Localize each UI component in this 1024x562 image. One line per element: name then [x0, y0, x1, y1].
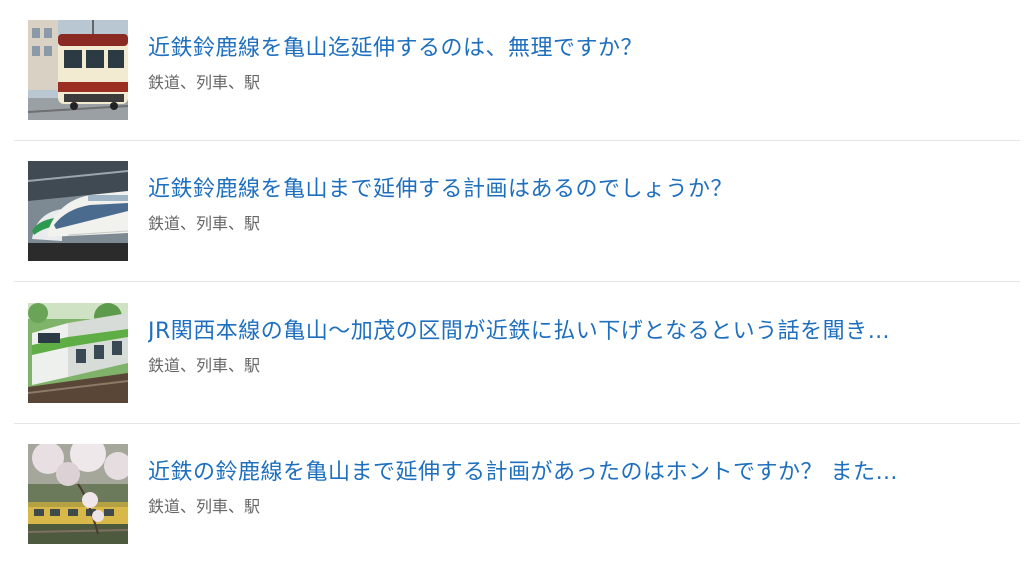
- cherry-blossom-train-image: [28, 444, 128, 544]
- list-item[interactable]: 近鉄鈴鹿線を亀山まで延伸する計画はあるのでしょうか？ 鉄道、列車、駅: [14, 141, 1020, 282]
- thumbnail-shinkansen[interactable]: [28, 161, 128, 261]
- related-questions-list: 近鉄鈴鹿線を亀山迄延伸するのは、無理ですか？ 鉄道、列車、駅 近鉄鈴鹿線を亀山ま…: [0, 0, 1024, 562]
- question-tags: 鉄道、列車、駅: [148, 214, 261, 233]
- question-title-link[interactable]: 近鉄鈴鹿線を亀山まで延伸する計画はあるのでしょうか？: [148, 175, 1008, 205]
- question-tags: 鉄道、列車、駅: [148, 497, 261, 516]
- list-item[interactable]: 近鉄鈴鹿線を亀山迄延伸するのは、無理ですか？ 鉄道、列車、駅: [14, 0, 1020, 141]
- list-item[interactable]: JR関西本線の亀山〜加茂の区間が近鉄に払い下げとなるという話を聞き… 鉄道、列車…: [14, 283, 1020, 424]
- question-tags: 鉄道、列車、駅: [148, 356, 261, 375]
- shinkansen-image: [28, 161, 128, 261]
- question-tags: 鉄道、列車、駅: [148, 73, 261, 92]
- question-title-link[interactable]: 近鉄の鈴鹿線を亀山まで延伸する計画があったのはホントですか？ また…: [148, 458, 1008, 488]
- thumbnail-commuter-train[interactable]: [28, 303, 128, 403]
- separator: [14, 281, 1020, 282]
- list-item[interactable]: 近鉄の鈴鹿線を亀山まで延伸する計画があったのはホントですか？ また… 鉄道、列車…: [14, 424, 1020, 562]
- streetcar-image: [28, 20, 128, 120]
- question-title-link[interactable]: JR関西本線の亀山〜加茂の区間が近鉄に払い下げとなるという話を聞き…: [148, 317, 1008, 347]
- question-title-link[interactable]: 近鉄鈴鹿線を亀山迄延伸するのは、無理ですか？: [148, 34, 1008, 64]
- thumbnail-streetcar[interactable]: [28, 20, 128, 120]
- commuter-train-image: [28, 303, 128, 403]
- thumbnail-cherry-blossom-train[interactable]: [28, 444, 128, 544]
